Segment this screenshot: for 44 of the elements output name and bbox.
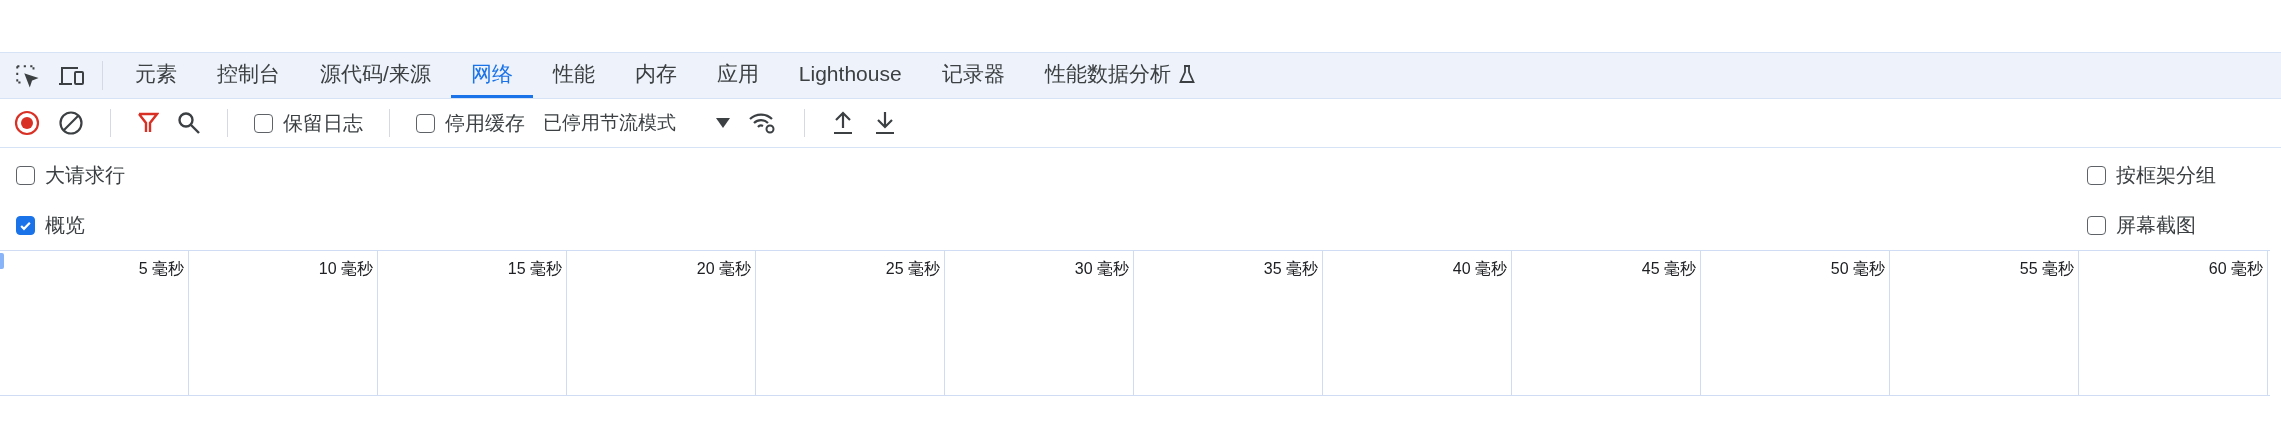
- option-label: 大请求行: [45, 163, 125, 188]
- time-tick-label: 20 毫秒: [696, 259, 751, 279]
- checkbox[interactable]: [416, 113, 435, 133]
- panel-tab[interactable]: 应用: [696, 53, 779, 98]
- time-tick-label: 15 毫秒: [507, 259, 562, 279]
- time-tick-label: 50 毫秒: [1830, 259, 1885, 279]
- option-label: 屏幕截图: [2116, 213, 2196, 238]
- time-tick-label: 55 毫秒: [2019, 259, 2074, 279]
- panel-tab[interactable]: 元素: [115, 53, 197, 98]
- panel-tab[interactable]: 控制台: [197, 53, 300, 98]
- option-label: 概览: [45, 213, 85, 238]
- time-tick-label: 35 毫秒: [1263, 259, 1318, 279]
- panel-tab[interactable]: 内存: [614, 53, 697, 98]
- checkbox[interactable]: [2087, 165, 2106, 185]
- time-tick-label: 10 毫秒: [318, 259, 373, 279]
- checkbox[interactable]: [16, 165, 35, 185]
- panel-tab[interactable]: 性能数据分析: [1024, 53, 1215, 98]
- checkbox-label: 停用缓存: [445, 111, 525, 136]
- download-icon[interactable]: [873, 110, 897, 136]
- checkbox[interactable]: [16, 215, 35, 235]
- time-tick-label: 60 毫秒: [2208, 259, 2263, 279]
- upload-icon[interactable]: [831, 110, 855, 136]
- time-tick-label: 40 毫秒: [1452, 259, 1507, 279]
- search-icon[interactable]: [177, 111, 201, 135]
- throttling-dropdown[interactable]: 已停用节流模式: [543, 108, 730, 138]
- option-label: 按框架分组: [2116, 163, 2216, 188]
- time-tick-label: 25 毫秒: [885, 259, 940, 279]
- checkbox[interactable]: [254, 113, 273, 133]
- caret-icon: [716, 118, 730, 128]
- time-tick-label: 5 毫秒: [138, 259, 184, 279]
- panel-tab[interactable]: 记录器: [921, 53, 1025, 98]
- clear-icon[interactable]: [58, 110, 84, 136]
- filter-icon[interactable]: [137, 111, 159, 135]
- checkbox[interactable]: [2087, 215, 2106, 235]
- time-tick-label: 45 毫秒: [1641, 259, 1696, 279]
- panel-tab[interactable]: 网络: [450, 53, 533, 98]
- checkbox-label: 保留日志: [283, 111, 363, 136]
- time-tick-label: 30 毫秒: [1074, 259, 1129, 279]
- panel-tab[interactable]: 性能: [532, 53, 615, 98]
- record-button-icon[interactable]: [14, 110, 40, 136]
- inspect-element-icon[interactable]: [14, 62, 40, 89]
- range-handle[interactable]: [0, 253, 4, 269]
- panel-tab[interactable]: 源代码/来源: [300, 53, 451, 98]
- panel-tab[interactable]: Lighthouse: [778, 53, 922, 98]
